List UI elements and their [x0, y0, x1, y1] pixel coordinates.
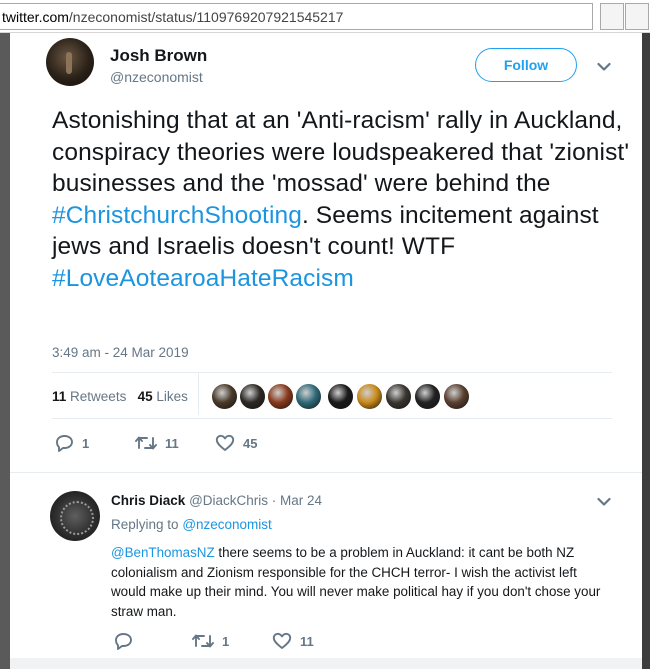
browser-toolbar-button[interactable]: [600, 3, 624, 30]
reply-icon: [115, 633, 132, 650]
divider: [10, 472, 642, 473]
author-display-name[interactable]: Josh Brown: [110, 46, 207, 66]
retweet-count: 11: [165, 435, 179, 451]
liker-avatar[interactable]: [211, 383, 238, 410]
browser-address-bar: twitter.com/nzeconomist/status/110976920…: [0, 0, 650, 33]
liker-avatar[interactable]: [443, 383, 470, 410]
chevron-down-icon[interactable]: [597, 62, 611, 72]
like-count: 45: [243, 435, 258, 451]
reply-author-avatar[interactable]: [50, 491, 100, 541]
tweet-text-part: Astonishing that at an 'Anti-racism' ral…: [52, 107, 630, 198]
author-avatar[interactable]: [46, 38, 94, 86]
liker-avatar[interactable]: [414, 383, 441, 410]
like-action[interactable]: 45: [215, 434, 257, 452]
url-domain: twitter.com: [2, 9, 69, 25]
chevron-down-icon[interactable]: [597, 497, 611, 507]
replying-to: Replying to @nzeconomist: [111, 517, 272, 532]
likes-count: 45: [137, 389, 153, 404]
reply-author: Chris Diack @DiackChris · Mar 24: [111, 493, 322, 508]
reply-handle-date[interactable]: @DiackChris · Mar 24: [189, 493, 322, 508]
bottom-edge: [10, 658, 642, 669]
url-path: /nzeconomist/status/1109769207921545217: [68, 9, 344, 25]
liker-avatar[interactable]: [327, 383, 354, 410]
divider: [52, 418, 612, 419]
liker-avatar[interactable]: [239, 383, 266, 410]
reply-action[interactable]: [114, 632, 141, 650]
retweets-label: Retweets: [70, 389, 127, 404]
browser-toolbar-button[interactable]: [625, 3, 649, 30]
tweet-timestamp[interactable]: 3:49 am - 24 Mar 2019: [52, 345, 189, 360]
reply-count: 1: [82, 435, 90, 451]
liker-avatar[interactable]: [267, 383, 294, 410]
like-action[interactable]: 11: [272, 632, 314, 650]
url-input[interactable]: twitter.com/nzeconomist/status/110976920…: [0, 3, 593, 30]
retweet-icon: [192, 634, 214, 648]
retweet-icon: [135, 436, 157, 450]
hashtag-link[interactable]: #ChristchurchShooting: [52, 202, 302, 229]
heart-icon: [215, 434, 235, 451]
heart-icon: [272, 632, 292, 649]
retweets-count: 11: [52, 389, 67, 404]
retweet-action[interactable]: 11: [135, 434, 179, 452]
reply-text: @BenThomasNZ there seems to be a problem…: [111, 543, 611, 621]
follow-button[interactable]: Follow: [475, 48, 577, 82]
divider: [198, 373, 199, 415]
replying-to-label: Replying to: [111, 517, 179, 532]
hashtag-link[interactable]: #LoveAotearoaHateRacism: [52, 265, 354, 292]
retweet-count: 1: [222, 633, 230, 649]
liker-avatar[interactable]: [295, 383, 322, 410]
likes-stat[interactable]: 45 Likes: [138, 389, 188, 404]
tweet-stats: 11 Retweets 45 Likes: [52, 389, 188, 404]
liker-avatar[interactable]: [385, 383, 412, 410]
retweet-action[interactable]: 1: [192, 632, 229, 650]
author-handle[interactable]: @nzeconomist: [110, 69, 203, 85]
mention-link[interactable]: @BenThomasNZ: [111, 545, 215, 560]
retweets-stat[interactable]: 11 Retweets: [52, 389, 126, 404]
likes-label: Likes: [156, 389, 188, 404]
page-right-edge: [642, 33, 650, 669]
tweet-text: Astonishing that at an 'Anti-racism' ral…: [52, 105, 632, 295]
reply-icon: [56, 435, 73, 452]
replying-to-handle[interactable]: @nzeconomist: [182, 517, 272, 532]
liker-avatar[interactable]: [356, 383, 383, 410]
reply-action[interactable]: 1: [55, 434, 89, 452]
divider: [52, 372, 612, 373]
like-count: 11: [300, 633, 314, 649]
url-text: twitter.com/nzeconomist/status/110976920…: [2, 9, 343, 25]
page-left-edge: [0, 33, 10, 669]
reply-author-name[interactable]: Chris Diack: [111, 493, 185, 508]
